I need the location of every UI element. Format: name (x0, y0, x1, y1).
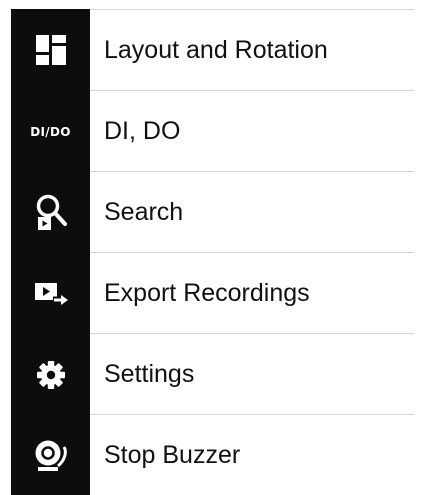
menu-item-label: DI, DO (90, 91, 414, 172)
icon-cell (11, 415, 90, 495)
menu-item-search[interactable]: Search (11, 172, 414, 253)
icon-cell: DI/DO (11, 91, 90, 172)
layout-icon (35, 35, 66, 65)
icon-cell (11, 9, 90, 91)
icon-cell (11, 334, 90, 415)
menu-item-label: Settings (90, 334, 414, 415)
menu-item-layout-rotation[interactable]: Layout and Rotation (11, 9, 414, 91)
buzzer-icon (35, 440, 67, 471)
export-recordings-icon (34, 282, 68, 305)
context-menu: Layout and Rotation DI/DO DI, DO Search (11, 9, 414, 495)
menu-item-export-recordings[interactable]: Export Recordings (11, 253, 414, 334)
menu-item-label: Search (90, 172, 414, 253)
menu-item-label: Stop Buzzer (90, 415, 414, 495)
menu-item-di-do[interactable]: DI/DO DI, DO (11, 91, 414, 172)
di-do-icon: DI/DO (30, 124, 71, 139)
menu-item-settings[interactable]: Settings (11, 334, 414, 415)
gear-icon (36, 360, 65, 389)
icon-cell (11, 253, 90, 334)
menu-item-label: Export Recordings (90, 253, 414, 334)
search-playback-icon (36, 194, 67, 230)
icon-cell (11, 172, 90, 253)
menu-item-stop-buzzer[interactable]: Stop Buzzer (11, 415, 414, 495)
menu-item-label: Layout and Rotation (90, 9, 414, 91)
